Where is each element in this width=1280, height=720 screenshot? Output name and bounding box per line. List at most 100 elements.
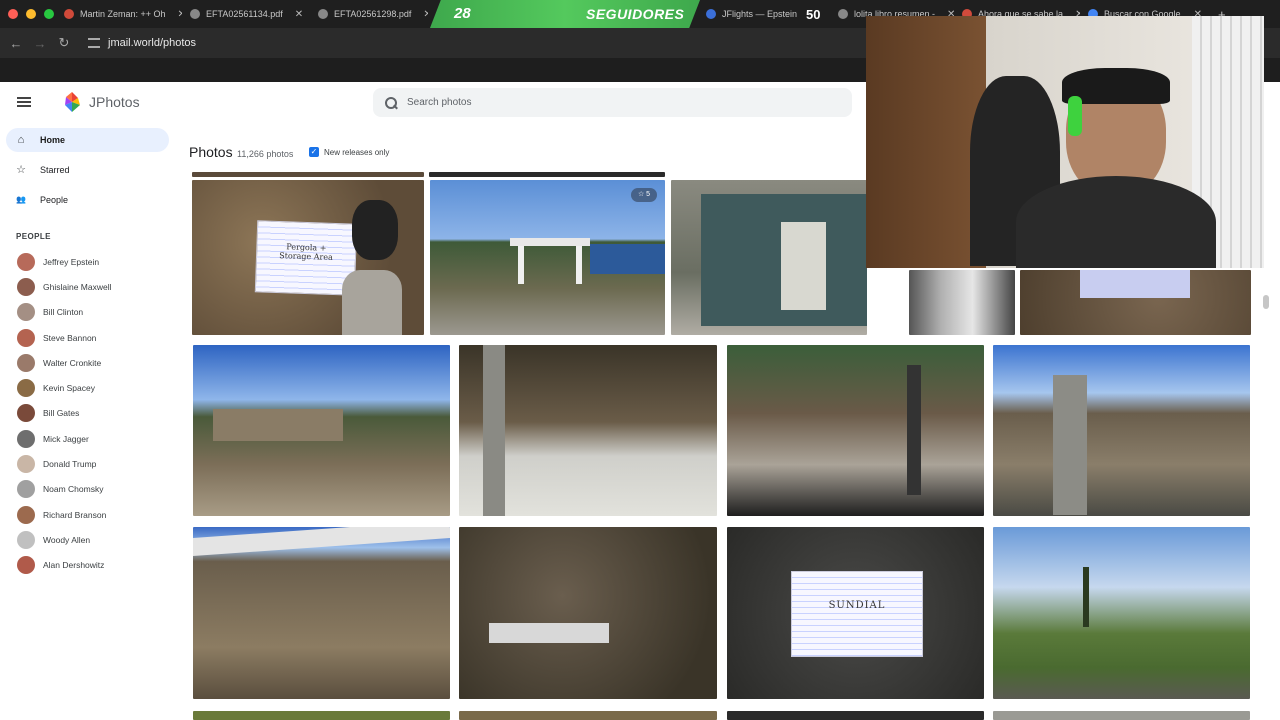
avatar <box>17 353 35 372</box>
note-card: SUNDIAL <box>791 571 923 657</box>
photo-thumbnail[interactable] <box>459 711 717 720</box>
search-icon[interactable] <box>385 96 397 109</box>
browser-tab[interactable]: Martin Zeman: ++ Oh ✕ <box>56 0 182 28</box>
browser-tab[interactable]: JFlights — Epstein Fl <box>698 0 798 28</box>
photo-thumbnail[interactable] <box>459 345 717 516</box>
sidebar: ⌂ Home ☆ Starred 👥 People PEOPLE Jeffrey Ep… <box>0 122 175 720</box>
url-field[interactable]: jmail.world/photos <box>88 37 196 49</box>
photo-thumbnail[interactable] <box>909 270 1015 335</box>
photo-detail <box>213 409 343 441</box>
sidebar-item-home[interactable]: ⌂ Home <box>6 128 169 152</box>
photo-detail <box>518 246 524 284</box>
sidebar-item-people[interactable]: 👥 People <box>6 188 169 212</box>
sidebar-person-item[interactable]: Donald Trump <box>0 451 175 476</box>
tab-favicon-icon <box>838 9 848 19</box>
person-name: Ghislaine Maxwell <box>43 281 112 292</box>
home-icon: ⌂ <box>17 134 25 146</box>
sidebar-person-item[interactable]: Kevin Spacey <box>0 375 175 400</box>
photo-detail <box>590 244 665 274</box>
photo-thumbnail[interactable]: ☆ 5 <box>430 180 665 335</box>
sidebar-person-item[interactable]: Bill Clinton <box>0 300 175 325</box>
sidebar-person-item[interactable]: Bill Gates <box>0 401 175 426</box>
avatar <box>17 505 35 524</box>
avatar <box>17 303 35 322</box>
people-section-title: PEOPLE <box>16 232 51 241</box>
photo-thumbnail[interactable] <box>459 527 717 699</box>
close-tab-icon[interactable]: ✕ <box>417 9 428 20</box>
filter-label: New releases only <box>324 147 390 157</box>
tab-title: JFlights — Epstein Fl <box>722 9 798 19</box>
reload-button[interactable]: ↻ <box>52 35 76 51</box>
sidebar-person-item[interactable]: Jeffrey Epstein <box>0 249 175 274</box>
person-name: Noam Chomsky <box>43 484 104 495</box>
person-name: Alan Dershowitz <box>43 560 105 571</box>
close-window-icon[interactable] <box>8 9 18 19</box>
url-text: jmail.world/photos <box>108 37 197 49</box>
avatar <box>17 556 35 575</box>
note-text: Pergola + Storage Area <box>279 242 333 262</box>
photo-thumbnail[interactable] <box>993 345 1250 516</box>
followers-label: SEGUIDORES <box>586 6 685 22</box>
sidebar-person-item[interactable]: Ghislaine Maxwell <box>0 274 175 299</box>
avatar <box>17 480 35 499</box>
photo-thumbnail[interactable] <box>193 711 450 720</box>
photo-thumbnail[interactable] <box>993 527 1250 699</box>
back-button[interactable]: ← <box>4 36 28 51</box>
person-name: Mick Jagger <box>43 433 89 444</box>
photo-detail <box>1080 270 1190 298</box>
sidebar-person-item[interactable]: Steve Bannon <box>0 325 175 350</box>
close-tab-icon[interactable]: ✕ <box>289 9 303 20</box>
scrollbar-thumb[interactable] <box>1263 295 1269 309</box>
photo-thumbnail[interactable] <box>1020 270 1251 335</box>
browser-tab[interactable]: EFTA02561298.pdf ✕ <box>310 0 428 28</box>
jphotos-logo-icon <box>65 92 80 112</box>
browser-tab[interactable]: EFTA02561134.pdf ✕ <box>182 0 310 28</box>
photo-detail <box>352 200 398 260</box>
search-input[interactable]: Search photos <box>407 97 472 108</box>
photo-thumbnail[interactable] <box>193 345 450 516</box>
tab-favicon-icon <box>64 9 74 19</box>
photo-detail <box>193 527 450 556</box>
photo-thumbnail[interactable] <box>993 711 1250 720</box>
close-tab-icon[interactable]: ✕ <box>172 9 182 20</box>
sidebar-person-item[interactable]: Richard Branson <box>0 502 175 527</box>
person-name: Donald Trump <box>43 459 97 470</box>
sidebar-person-item[interactable]: Walter Cronkite <box>0 350 175 375</box>
photo-thumbnail[interactable] <box>429 172 665 177</box>
hamburger-menu-icon[interactable] <box>17 97 31 107</box>
photo-thumbnail[interactable] <box>193 527 450 699</box>
person-name: Walter Cronkite <box>43 357 102 368</box>
window-controls[interactable] <box>0 9 56 19</box>
photo-detail <box>342 270 402 335</box>
avatar <box>17 277 35 296</box>
maximize-window-icon[interactable] <box>44 9 54 19</box>
stream-badge: 50 <box>806 6 821 22</box>
photo-detail <box>483 345 505 516</box>
photo-thumbnail[interactable]: Pergola + Storage Area <box>192 180 424 335</box>
photo-thumbnail[interactable] <box>727 711 984 720</box>
site-settings-icon[interactable] <box>88 38 100 48</box>
sidebar-person-item[interactable]: Woody Allen <box>0 527 175 552</box>
photo-detail <box>1053 375 1087 515</box>
photo-thumbnail[interactable] <box>727 345 984 516</box>
photo-detail <box>576 246 582 284</box>
new-releases-filter[interactable]: ✓ New releases only <box>309 144 389 160</box>
person-name: Steve Bannon <box>43 332 97 343</box>
photo-thumbnail[interactable] <box>192 172 424 177</box>
avatar <box>17 328 35 347</box>
avatar <box>17 379 35 398</box>
forward-button[interactable]: → <box>28 36 52 51</box>
sidebar-person-item[interactable]: Alan Dershowitz <box>0 553 175 578</box>
photo-thumbnail[interactable]: SUNDIAL <box>727 527 984 699</box>
photo-thumbnail[interactable] <box>671 180 867 335</box>
sidebar-item-starred[interactable]: ☆ Starred <box>6 158 169 182</box>
people-icon: 👥 <box>16 195 26 204</box>
sidebar-person-item[interactable]: Noam Chomsky <box>0 477 175 502</box>
page-title: Photos <box>189 144 233 160</box>
minimize-window-icon[interactable] <box>26 9 36 19</box>
checkbox-checked-icon[interactable]: ✓ <box>309 147 319 157</box>
sidebar-person-item[interactable]: Mick Jagger <box>0 426 175 451</box>
search-box[interactable]: Search photos <box>373 88 852 117</box>
followers-count: 28 <box>454 5 471 22</box>
starred-count-badge[interactable]: ☆ 5 <box>631 188 657 202</box>
